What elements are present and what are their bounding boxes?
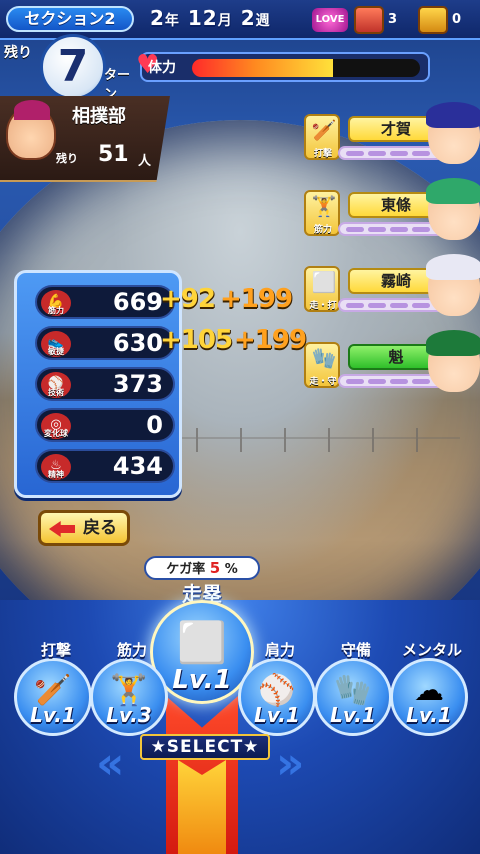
turn-counter: 残り 7 ターン (0, 34, 140, 102)
chevron-left-icon: « (96, 738, 125, 789)
stat-label: 変化球 (44, 429, 68, 438)
teammate-category-box: 🧤 走・守 (304, 342, 340, 388)
stats-panel: 💪 筋力 669 👟 敏捷 630 ⚾ 技術 373 ◎ 変化球 0 ♨ 精神 434 (14, 270, 182, 498)
teammate-card[interactable]: ⬜ 走・打 霧崎 (304, 254, 480, 326)
teammate-category: 走・守 (309, 377, 337, 387)
month-value: 12 (187, 6, 218, 30)
love-icon[interactable]: LOVE (312, 8, 348, 32)
teammate-card[interactable]: 🏏 打撃 才賀 (304, 102, 480, 174)
bat-icon: 🏏 (311, 118, 337, 142)
stamina-label: 体力 (148, 60, 176, 76)
stat-bonus-secondary: +199 (234, 325, 307, 355)
injury-value: 5 (209, 559, 221, 577)
teammate-avatar (426, 330, 480, 392)
teammate-category-box: 🏏 打撃 (304, 114, 340, 160)
skill-level: Lv.1 (330, 703, 376, 727)
stat-value: 434 (112, 452, 163, 480)
month-unit: 月 (217, 13, 233, 29)
week-value: 2 (240, 6, 256, 30)
teammate-hair (426, 330, 480, 356)
back-button[interactable]: 戻る (38, 510, 130, 546)
teammate-category-box: 🏋 筋力 (304, 190, 340, 236)
skill-name: 筋力 (116, 641, 147, 659)
club-remaining-count: 51 (98, 142, 129, 167)
teammate-hair (426, 178, 480, 204)
stat-row: 💪 筋力 669 (35, 285, 175, 319)
skill-button[interactable]: 肩力 ⚾ Lv.1 (238, 641, 316, 736)
red-chest-count: 3 (388, 12, 398, 27)
stat-row: 👟 敏捷 630 (35, 326, 175, 360)
stat-row: ♨ 精神 434 (35, 449, 175, 483)
stat-value: 669 (112, 288, 163, 316)
year-value: 2 (150, 6, 165, 30)
turn-value: 7 (40, 34, 106, 100)
base-bat-icon: ⬜ (311, 270, 337, 294)
stat-bonus-secondary: +199 (220, 284, 293, 314)
chevron-right-icon: » (276, 738, 305, 789)
teammate-bond-bar (338, 222, 444, 236)
injury-rate: ケガ率 5 % (144, 556, 260, 580)
stat-row: ⚾ 技術 373 (35, 367, 175, 401)
gold-chest-count: 0 (452, 12, 462, 27)
stat-row: ◎ 変化球 0 (35, 408, 175, 442)
club-remaining-label: 残り (56, 152, 78, 165)
skill-level: Lv.3 (106, 703, 152, 727)
year-unit: 年 (164, 13, 180, 29)
skill-level: Lv.1 (30, 703, 76, 727)
teammate-hair (426, 102, 480, 128)
game-date: 2年 12月 2週 (150, 6, 271, 30)
injury-label: ケガ率 (166, 562, 206, 577)
club-avatar (6, 100, 56, 160)
teammate-card[interactable]: 🧤 走・守魁 (304, 330, 480, 402)
teammate-hair (426, 254, 480, 280)
stat-value: 0 (146, 411, 163, 439)
injury-unit: % (224, 562, 238, 577)
stat-bonus-primary: +105 (160, 325, 233, 355)
dumbbell-icon: 🏋 (311, 194, 337, 218)
stamina-gauge: ♥ 体力 (136, 50, 430, 82)
skill-name: メンタル (401, 641, 462, 659)
club-remaining-unit: 人 (138, 154, 152, 169)
teammate-card[interactable]: 🏋 筋力 東條 (304, 178, 480, 250)
stat-bonus-primary: +92 (160, 284, 216, 314)
teammate-avatar (426, 102, 480, 164)
skill-level: Lv.1 (406, 703, 452, 727)
select-banner: ★SELECT★ (140, 734, 270, 760)
skill-level: Lv.1 (254, 703, 300, 727)
section-label: セクション2 (6, 6, 134, 32)
stat-label: 筋力 (48, 306, 64, 315)
teammate-bond-bar (338, 146, 444, 160)
teammate-category: 筋力 (313, 225, 332, 235)
club-name: 相撲部 (72, 106, 126, 127)
teammate-avatar (426, 178, 480, 240)
stat-label: 精神 (48, 470, 64, 479)
teammate-bond-bar (338, 298, 444, 312)
teammate-category-box: ⬜ 走・打 (304, 266, 340, 312)
skill-button[interactable]: 守備 🧤 Lv.1 (314, 641, 392, 736)
skill-button[interactable]: 筋力 🏋 Lv.3 (90, 641, 168, 736)
teammate-avatar (426, 254, 480, 316)
stamina-fill (192, 59, 334, 77)
skill-button[interactable]: メンタル ☁ Lv.1 (390, 641, 468, 736)
gold-chest-icon[interactable] (418, 6, 448, 34)
club-panel: 相撲部 残り 51 人 (0, 96, 170, 182)
teammate-category: 走・打 (309, 301, 337, 311)
week-unit: 週 (255, 13, 271, 29)
skill-button[interactable]: 打撃 🏏 Lv.1 (14, 641, 92, 736)
stat-value: 373 (112, 370, 163, 398)
stat-value: 630 (112, 329, 163, 357)
skill-running-level: Lv.1 (172, 665, 232, 695)
turn-remaining-label: 残り (4, 45, 32, 61)
base-glove-icon: 🧤 (311, 346, 337, 370)
red-chest-icon[interactable] (354, 6, 384, 34)
stat-label: 敏捷 (48, 347, 64, 356)
game-screen: セクション2 2年 12月 2週 LOVE 3 0 残り 7 ターン ♥ 体力 … (0, 0, 480, 854)
teammate-category: 打撃 (313, 149, 332, 159)
stat-label: 技術 (48, 388, 64, 397)
teammate-bond-bar (338, 374, 444, 388)
stamina-track (192, 59, 420, 77)
